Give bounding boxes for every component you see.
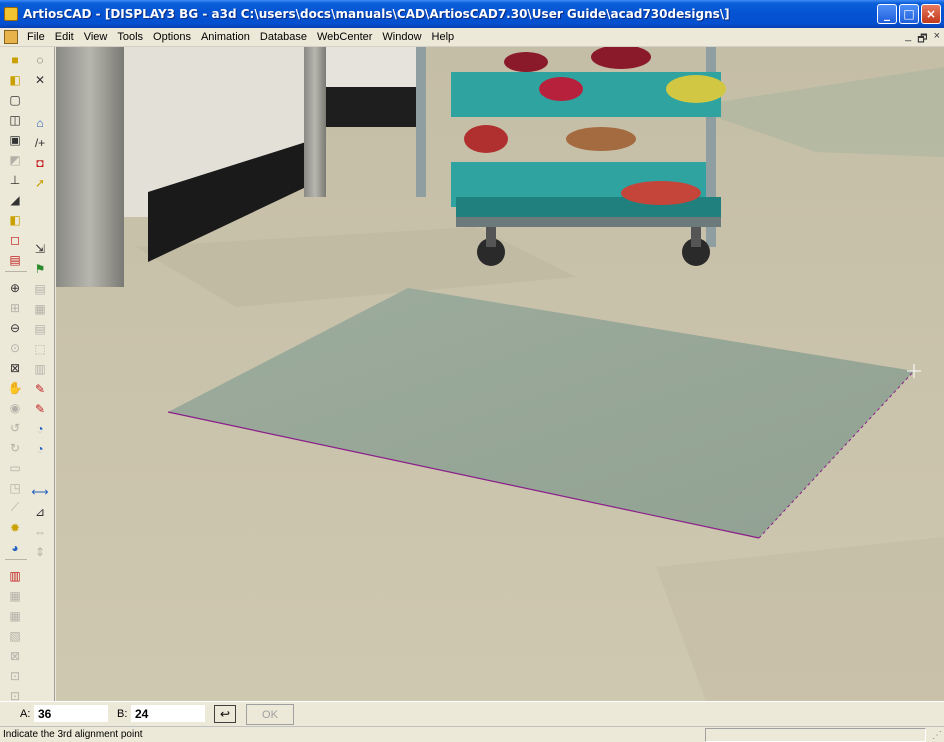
- toolbar-separator: [5, 271, 27, 276]
- line-add-icon[interactable]: /+: [30, 134, 50, 151]
- align-icon[interactable]: ⇲: [30, 240, 50, 257]
- b-label: B:: [117, 708, 128, 720]
- resize-grip-icon[interactable]: ⋰: [932, 730, 942, 741]
- pencil2-icon[interactable]: ✎: [30, 400, 50, 417]
- box-front-icon[interactable]: ▣: [5, 131, 25, 148]
- table-icon[interactable]: ▤: [30, 320, 50, 337]
- house-icon[interactable]: ⌂: [30, 114, 50, 131]
- stamp-icon[interactable]: ▥: [30, 360, 50, 377]
- pallet-icon[interactable]: ▤: [5, 251, 25, 268]
- tray-icon[interactable]: ◘: [30, 154, 50, 171]
- back-baseboard: [326, 87, 416, 127]
- app-icon[interactable]: [4, 7, 18, 21]
- menu-view[interactable]: View: [79, 31, 113, 43]
- zoom-out-icon[interactable]: ⊖: [5, 319, 25, 336]
- document-icon[interactable]: [4, 30, 18, 44]
- grid-icon[interactable]: ▦: [30, 300, 50, 317]
- toolbar-column-2: ◌ ✕ ⌂ /+ ◘ ➚ ⇲ ⚑ ▤ ▦ ▤ ⬚ ▥ ✎ ✎ ◔ ◔ ⟷ ⊿ ⇔ ⇕: [30, 51, 52, 563]
- box-solid-icon[interactable]: ◧: [5, 71, 25, 88]
- dim-2-icon[interactable]: ⇔: [30, 523, 50, 540]
- tools-toolbar: ■ ◧ ▢ ◫ ▣ ◩ ⊥ ◢ ◧ ◻ ▤ ⊕ ⊞ ⊖ ⊙ ⊠ ✋ ◉ ↺ ↻ ▭ ◳ ⟋ ✹ ◕ ▥ ▦ ▦ ▧ ⊠ ⊡ ⊡ ◌ ✕ ⌂/+ ◘ ➚…: [0, 47, 55, 703]
- status-text: Indicate the 3rd alignment point: [3, 729, 143, 740]
- yellow-box-icon[interactable]: ■: [5, 51, 25, 68]
- zoom-window-icon[interactable]: ⊞: [5, 299, 25, 316]
- status-panel: [705, 728, 926, 742]
- undo-icon: ↩: [219, 707, 231, 721]
- box-3d-icon[interactable]: ◫: [5, 111, 25, 128]
- ok-button[interactable]: OK: [246, 704, 294, 725]
- yellow-arrow-icon[interactable]: ➚: [30, 174, 50, 191]
- green-box-icon[interactable]: ◧: [5, 211, 25, 228]
- fold-icon[interactable]: ◩: [5, 151, 25, 168]
- eye-icon[interactable]: ◉: [5, 399, 25, 416]
- paint-icon[interactable]: ◢: [5, 191, 25, 208]
- rotate-orange-icon[interactable]: ◔: [30, 440, 50, 457]
- dim-angle-icon[interactable]: ⊿: [30, 503, 50, 520]
- undo-button[interactable]: ↩: [214, 705, 236, 723]
- metal-column: [56, 47, 124, 287]
- scene-canvas: [56, 47, 944, 701]
- a-label: A:: [20, 708, 31, 720]
- menu-window[interactable]: Window: [377, 31, 426, 43]
- zoom-in-icon[interactable]: ⊕: [5, 279, 25, 296]
- view-cube-icon[interactable]: ▭: [5, 459, 25, 476]
- pencil-icon[interactable]: ✎: [30, 380, 50, 397]
- close-button[interactable]: ×: [921, 4, 941, 24]
- status-bar: Indicate the 3rd alignment point ⋰: [0, 726, 944, 742]
- box-outline-icon[interactable]: ▢: [5, 91, 25, 108]
- caption-buttons: _ □ ×: [877, 4, 941, 24]
- light-icon[interactable]: ✹: [5, 519, 25, 536]
- pan-icon[interactable]: ✋: [5, 379, 25, 396]
- minimize-button[interactable]: _: [877, 4, 897, 24]
- sheet-rotate-icon[interactable]: ◌: [30, 51, 50, 68]
- artioscad-window: ArtiosCAD - [DISPLAY3 BG - a3d C:\users\…: [0, 0, 944, 742]
- menu-database[interactable]: Database: [255, 31, 312, 43]
- menu-animation[interactable]: Animation: [196, 31, 255, 43]
- export-icon[interactable]: ⊡: [5, 667, 25, 684]
- zoom-prev-icon[interactable]: ⊙: [5, 339, 25, 356]
- stack-icon[interactable]: ▦: [5, 587, 25, 604]
- menu-webcenter[interactable]: WebCenter: [312, 31, 377, 43]
- toolbar-column-1: ■ ◧ ▢ ◫ ▣ ◩ ⊥ ◢ ◧ ◻ ▤ ⊕ ⊞ ⊖ ⊙ ⊠ ✋ ◉ ↺ ↻ ▭ ◳ ⟋ ✹ ◕ ▥ ▦ ▦ ▧ ⊠ ⊡ ⊡: [5, 51, 27, 707]
- menu-tools[interactable]: Tools: [112, 31, 148, 43]
- cross-arrows-icon[interactable]: ✕: [30, 71, 50, 88]
- toolbar-separator: [5, 559, 27, 564]
- select-icon[interactable]: ⬚: [30, 340, 50, 357]
- pin-icon[interactable]: ⊥: [5, 171, 25, 188]
- stack2-icon[interactable]: ▦: [5, 607, 25, 624]
- frame-icon[interactable]: ◳: [5, 479, 25, 496]
- window-title: ArtiosCAD - [DISPLAY3 BG - a3d C:\users\…: [23, 7, 730, 21]
- menu-edit[interactable]: Edit: [50, 31, 79, 43]
- maximize-button[interactable]: □: [899, 4, 919, 24]
- 3d-viewport[interactable]: [56, 47, 944, 701]
- title-bar[interactable]: ArtiosCAD - [DISPLAY3 BG - a3d C:\users\…: [0, 0, 944, 28]
- dimension-icon[interactable]: ⟷: [30, 483, 50, 500]
- db-icon[interactable]: ▤: [30, 280, 50, 297]
- rotate-icon[interactable]: ↺: [5, 419, 25, 436]
- rotate-blue-icon[interactable]: ◔: [30, 420, 50, 437]
- layers-icon[interactable]: ▧: [5, 627, 25, 644]
- b-input[interactable]: 24: [131, 705, 205, 722]
- menu-file[interactable]: File: [22, 31, 50, 43]
- camera-eye-icon[interactable]: ◕: [5, 539, 25, 556]
- menu-help[interactable]: Help: [427, 31, 460, 43]
- metal-column-2: [304, 47, 326, 197]
- flag-icon[interactable]: ⚑: [30, 260, 50, 277]
- back-wall: [326, 47, 416, 92]
- red-cut-icon[interactable]: ▥: [5, 567, 25, 584]
- a-input[interactable]: 36: [34, 705, 108, 722]
- input-bar: A: 36 B: 24 ↩ OK: [0, 701, 944, 726]
- dim-3-icon[interactable]: ⇕: [30, 543, 50, 560]
- cross-box-icon[interactable]: ⊠: [5, 647, 25, 664]
- brush-icon[interactable]: ⟋: [5, 499, 25, 516]
- menu-options[interactable]: Options: [148, 31, 196, 43]
- zoom-fit-icon[interactable]: ⊠: [5, 359, 25, 376]
- menu-bar: File Edit View Tools Options Animation D…: [0, 28, 944, 47]
- orbit-icon[interactable]: ↻: [5, 439, 25, 456]
- red-box-icon[interactable]: ◻: [5, 231, 25, 248]
